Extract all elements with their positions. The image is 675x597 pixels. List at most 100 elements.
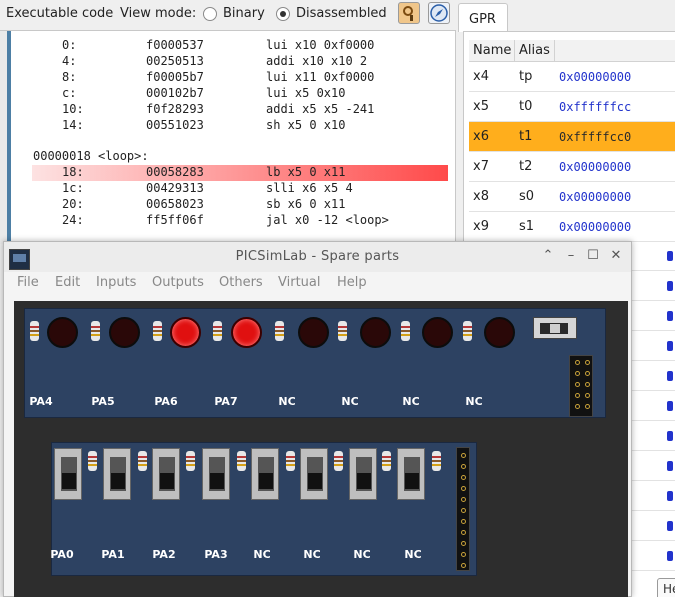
- led-pin-label: NC: [278, 395, 296, 408]
- code-asm: lb x5 0 x11: [266, 165, 346, 179]
- column-header-name[interactable]: Name: [469, 40, 515, 62]
- resistor: [30, 321, 39, 341]
- push-switch[interactable]: [300, 448, 328, 500]
- register-row-x4[interactable]: x4 tp 0x00000000: [469, 62, 675, 92]
- push-switch[interactable]: [251, 448, 279, 500]
- push-switch[interactable]: [54, 448, 82, 500]
- register-row-x7[interactable]: x7 t2 0x00000000: [469, 152, 675, 182]
- header-pin: [461, 497, 466, 502]
- header-pin: [461, 508, 466, 513]
- compass-icon[interactable]: [428, 2, 450, 24]
- code-asm: sh x5 0 x10: [266, 118, 346, 132]
- code-addr: c:: [62, 86, 77, 100]
- tab-gpr[interactable]: GPR: [458, 3, 508, 32]
- push-switch[interactable]: [152, 448, 180, 500]
- menu-edit[interactable]: Edit: [55, 275, 80, 290]
- push-switch[interactable]: [103, 448, 131, 500]
- code-hex: f00005b7: [146, 70, 204, 84]
- code-asm: slli x6 x5 4: [266, 181, 353, 195]
- resistor: [275, 321, 284, 341]
- header-pin: [461, 552, 466, 557]
- switch-bar-board[interactable]: PA0 PA1 PA2 PA3 NC NC NC NC: [50, 442, 477, 576]
- menu-others[interactable]: Others: [219, 275, 263, 290]
- resistor: [153, 321, 162, 341]
- disassembled-radio[interactable]: [276, 7, 290, 21]
- code-asm: lui x11 0xf0000: [266, 70, 375, 84]
- register-row-x9[interactable]: x9 s1 0x00000000: [469, 212, 675, 242]
- switch-pin-label: NC: [303, 548, 321, 561]
- header-pin: [575, 382, 580, 387]
- led-indicator: [109, 317, 140, 348]
- chevron-up-icon[interactable]: ⌃: [539, 247, 557, 265]
- header-pin: [461, 541, 466, 546]
- register-row-x6[interactable]: x6 t1 0xfffffcc0: [469, 122, 675, 152]
- menu-file[interactable]: File: [17, 275, 39, 290]
- register-row-x5[interactable]: x5 t0 0xffffffcc: [469, 92, 675, 122]
- header-pin: [461, 486, 466, 491]
- binary-radio-label[interactable]: Binary: [223, 6, 265, 21]
- loop-label: 00000018 <loop>:: [33, 149, 149, 163]
- led-bar-board[interactable]: PA4 PA5 PA6 PA7 NC NC NC NC: [24, 308, 606, 418]
- menu-help[interactable]: Help: [337, 275, 367, 290]
- code-hex: 00058283: [146, 165, 204, 179]
- resistor: [432, 451, 441, 471]
- menu-inputs[interactable]: Inputs: [96, 275, 136, 290]
- code-addr: 0:: [62, 38, 77, 52]
- register-name: x7: [473, 159, 489, 174]
- register-value: 0x00000000: [559, 70, 632, 84]
- led-indicator: [47, 317, 78, 348]
- register-alias: t2: [519, 159, 533, 174]
- led-pin-label: PA6: [154, 395, 178, 408]
- header-pin: [585, 382, 590, 387]
- binary-radio[interactable]: [203, 7, 217, 21]
- menu-virtual[interactable]: Virtual: [278, 275, 320, 290]
- window-titlebar[interactable]: PICSimLab - Spare parts ⌃ – ☐ ✕: [4, 242, 631, 272]
- header-pin: [461, 530, 466, 535]
- code-hex: f0000537: [146, 38, 204, 52]
- header-pin: [575, 371, 580, 376]
- register-value: 0xffffffcc: [559, 100, 632, 114]
- code-hex: f0f28293: [146, 102, 204, 116]
- register-row-x8[interactable]: x8 s0 0x00000000: [469, 182, 675, 212]
- switch-pin-label: NC: [253, 548, 271, 561]
- close-icon[interactable]: ✕: [607, 247, 625, 265]
- header-pin: [461, 453, 466, 458]
- header-pin: [585, 371, 590, 376]
- resistor: [401, 321, 410, 341]
- push-switch[interactable]: [202, 448, 230, 500]
- code-asm: addi x5 x5 -241: [266, 102, 375, 116]
- led-pin-label: PA5: [91, 395, 115, 408]
- code-addr: 8:: [62, 70, 77, 84]
- register-alias: s0: [519, 189, 535, 204]
- maximize-icon[interactable]: ☐: [584, 247, 602, 265]
- register-name: x6: [473, 129, 489, 144]
- code-addr: 1c:: [62, 181, 84, 195]
- header-pin: [461, 464, 466, 469]
- push-switch[interactable]: [349, 448, 377, 500]
- code-addr: 4:: [62, 54, 77, 68]
- minimize-icon[interactable]: –: [562, 247, 580, 265]
- code-asm: sb x6 0 x11: [266, 197, 346, 211]
- brush-search-icon[interactable]: [398, 2, 420, 24]
- menu-outputs[interactable]: Outputs: [152, 275, 204, 290]
- header-pin: [461, 519, 466, 524]
- hex-button[interactable]: He: [657, 578, 675, 597]
- header-pin: [575, 404, 580, 409]
- disassembled-radio-label[interactable]: Disassembled: [296, 6, 387, 21]
- dip-switch[interactable]: [533, 317, 577, 339]
- column-header-alias[interactable]: Alias: [515, 40, 555, 62]
- resistor: [382, 451, 391, 471]
- header-pin: [585, 393, 590, 398]
- register-name: x5: [473, 99, 489, 114]
- header-pin: [585, 360, 590, 365]
- parts-canvas[interactable]: PA4 PA5 PA6 PA7 NC NC NC NC PA0 PA1 PA2 PA3 NC NC NC N…: [14, 301, 628, 597]
- resistor: [213, 321, 222, 341]
- register-alias: s1: [519, 219, 535, 234]
- disassembly-view[interactable]: 0: f0000537 lui x10 0xf0000 4: 00250513 addi …: [0, 30, 456, 244]
- code-addr: 10:: [62, 102, 84, 116]
- switch-pin-label: PA2: [152, 548, 176, 561]
- code-hex: 00250513: [146, 54, 204, 68]
- header-pin: [585, 404, 590, 409]
- led-pin-label: NC: [465, 395, 483, 408]
- push-switch[interactable]: [397, 448, 425, 500]
